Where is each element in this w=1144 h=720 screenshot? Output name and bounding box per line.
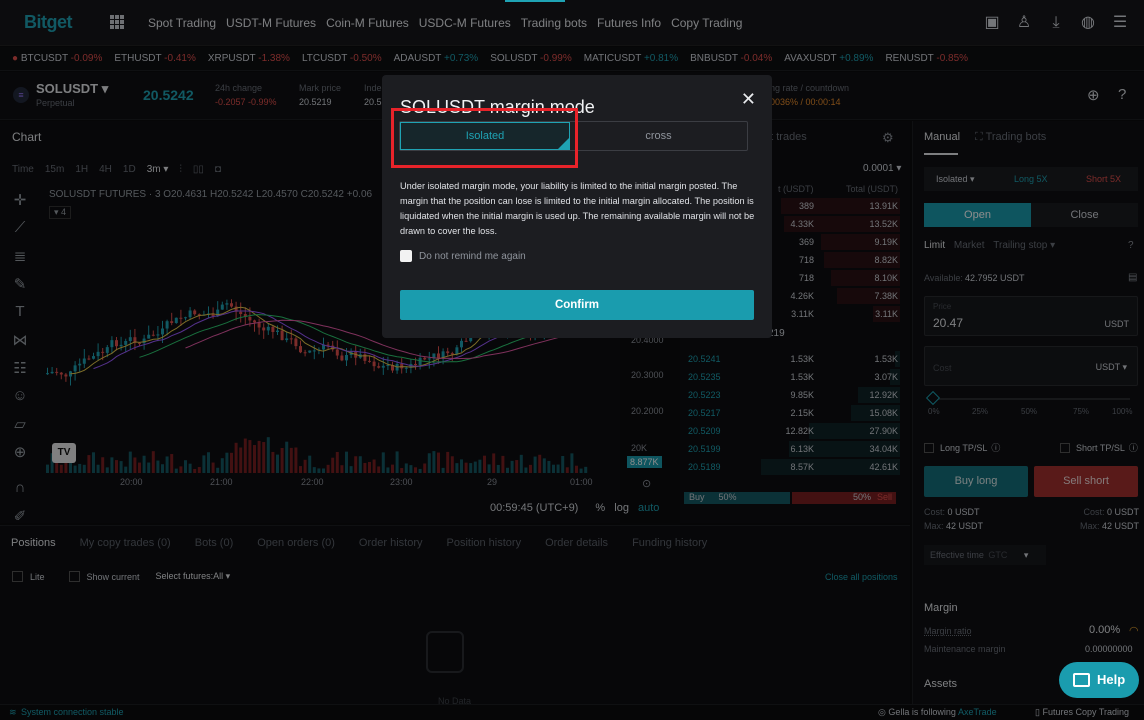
remind-label: Do not remind me again [419, 250, 526, 262]
cross-option[interactable]: cross [570, 122, 747, 150]
do-not-remind-toggle[interactable]: Do not remind me again [400, 250, 526, 262]
close-icon[interactable]: ✕ [741, 89, 756, 110]
chat-icon [1073, 673, 1090, 687]
help-button[interactable]: Help [1059, 662, 1139, 698]
active-nav-indicator [505, 0, 565, 2]
remind-checkbox[interactable] [400, 250, 412, 262]
confirm-button[interactable]: Confirm [400, 290, 754, 320]
margin-mode-description: Under isolated margin mode, your liabili… [400, 181, 755, 236]
highlight-box [391, 108, 578, 168]
